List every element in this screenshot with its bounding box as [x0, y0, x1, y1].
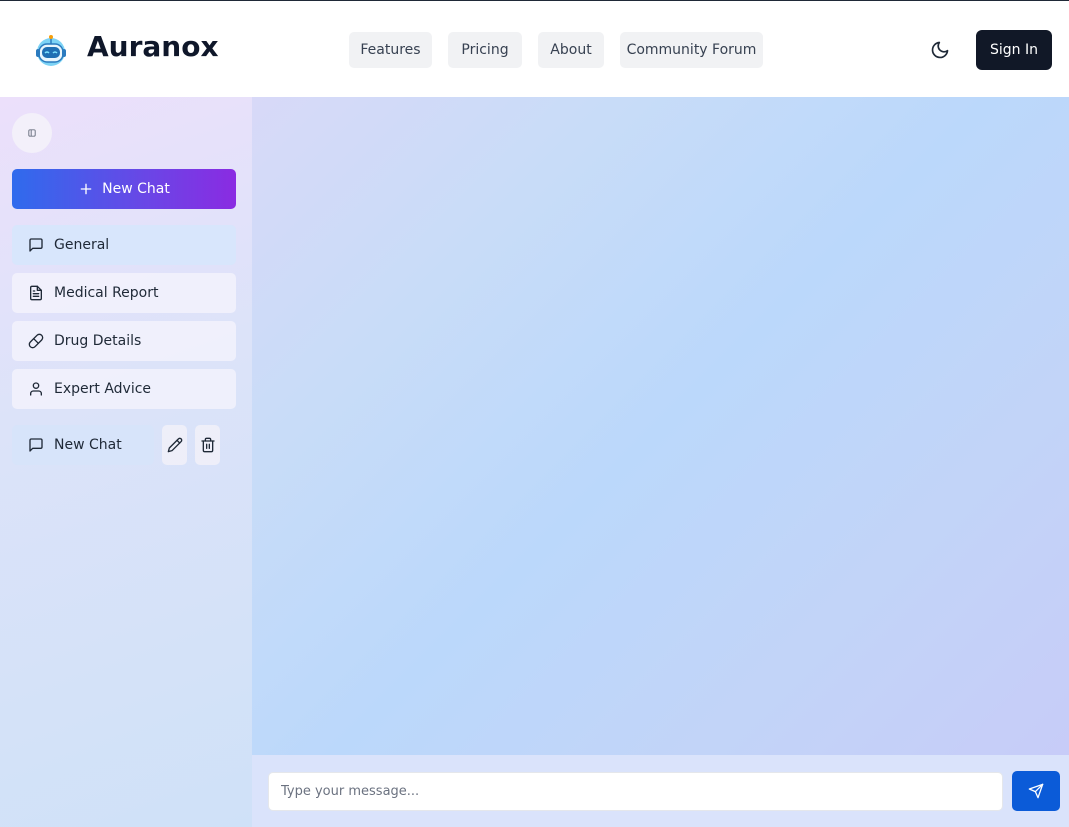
new-chat-button[interactable]: New Chat [12, 169, 236, 209]
message-composer [252, 755, 1069, 827]
nav-community-forum[interactable]: Community Forum [620, 32, 763, 68]
file-text-icon [30, 285, 42, 301]
send-icon [1028, 783, 1044, 799]
category-drug-details[interactable]: Drug Details [12, 321, 236, 361]
send-button[interactable] [1012, 771, 1060, 811]
brand-name: Auranox [87, 30, 219, 63]
chat-history-item[interactable]: New Chat [12, 425, 154, 465]
nav-pricing[interactable]: Pricing [448, 32, 522, 68]
sidebar-toggle-button[interactable] [12, 113, 52, 153]
category-label: Medical Report [54, 285, 159, 301]
pencil-icon [167, 437, 182, 453]
user-icon [30, 382, 42, 396]
moon-icon [931, 41, 949, 59]
chat-title: New Chat [54, 437, 122, 453]
category-medical-report[interactable]: Medical Report [12, 273, 236, 313]
trash-icon [200, 437, 215, 453]
sign-in-button[interactable]: Sign In [976, 30, 1052, 70]
category-expert-advice[interactable]: Expert Advice [12, 369, 236, 409]
sidebar-toggle-icon [28, 129, 36, 137]
category-general[interactable]: General [12, 225, 236, 265]
category-label: General [54, 237, 110, 253]
category-label: Drug Details [54, 333, 142, 349]
rename-chat-button[interactable] [162, 425, 187, 465]
robot-logo-icon [36, 35, 66, 66]
message-square-icon [29, 238, 43, 252]
category-label: Expert Advice [54, 381, 152, 397]
pill-icon [28, 333, 44, 349]
nav-about[interactable]: About [538, 32, 604, 68]
new-chat-label: New Chat [102, 181, 170, 197]
theme-toggle-button[interactable] [926, 36, 954, 64]
sidebar: New Chat General Medical Report Drug Det… [0, 97, 252, 827]
delete-chat-button[interactable] [195, 425, 220, 465]
top-header: Auranox Features Pricing About Community… [0, 0, 1069, 97]
message-input[interactable] [268, 772, 1003, 811]
message-square-icon [29, 438, 43, 452]
logo[interactable] [33, 32, 69, 68]
nav-features[interactable]: Features [349, 32, 432, 68]
plus-icon [80, 183, 92, 195]
chat-area [252, 97, 1069, 755]
